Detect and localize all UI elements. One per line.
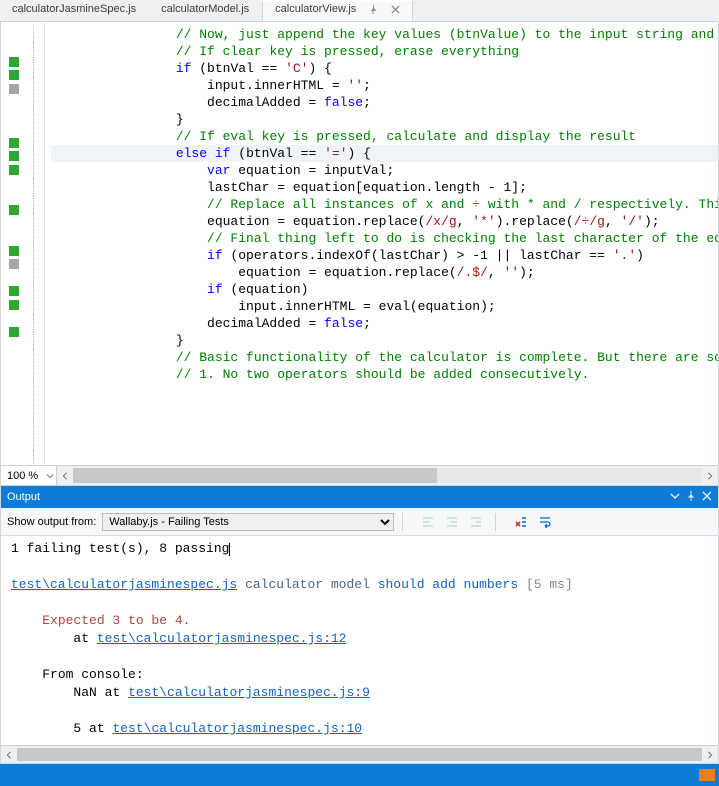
coverage-marker	[9, 192, 19, 202]
code-line[interactable]: }	[51, 332, 718, 349]
feedback-icon[interactable]	[699, 769, 715, 781]
tab-calculator-view[interactable]: calculatorView.js	[262, 0, 413, 21]
coverage-marker	[9, 124, 19, 134]
stack-link-3[interactable]: test\calculatorjasminespec.js:10	[112, 721, 362, 736]
code-line[interactable]: }	[51, 111, 718, 128]
output-title-label: Output	[7, 491, 40, 503]
code-line[interactable]: input.innerHTML = '';	[51, 77, 718, 94]
code-line[interactable]: equation = equation.replace(/x/g, '*').r…	[51, 213, 718, 230]
code-line[interactable]: // If eval key is pressed, calculate and…	[51, 128, 718, 145]
coverage-gutter	[1, 22, 27, 465]
test-file-link[interactable]: test\calculatorjasminespec.js	[11, 577, 237, 592]
code-line[interactable]: equation = equation.replace(/.$/, '');	[51, 264, 718, 281]
coverage-marker	[9, 151, 19, 161]
close-icon[interactable]	[391, 3, 400, 15]
scroll-left-icon[interactable]	[1, 746, 17, 763]
tab-label: calculatorModel.js	[161, 3, 249, 15]
coverage-marker	[9, 246, 19, 256]
status-bar	[0, 764, 719, 786]
indent-right-button[interactable]	[465, 511, 487, 533]
coverage-marker	[9, 286, 19, 296]
scroll-right-icon[interactable]	[702, 746, 718, 763]
code-line[interactable]: // Basic functionality of the calculator…	[51, 349, 718, 366]
code-area[interactable]: // Now, just append the key values (btnV…	[45, 22, 718, 465]
code-line[interactable]: // Replace all instances of x and ÷ with…	[51, 196, 718, 213]
pin-icon[interactable]	[369, 3, 381, 15]
close-icon[interactable]	[696, 491, 712, 504]
coverage-marker	[9, 273, 19, 283]
output-titlebar[interactable]: Output	[1, 486, 718, 508]
code-line[interactable]: else if (btnVal == '=') {	[51, 145, 718, 162]
coverage-marker	[9, 367, 19, 377]
code-line[interactable]: // If clear key is pressed, erase everyt…	[51, 43, 718, 60]
code-line[interactable]: decimalAdded = false;	[51, 94, 718, 111]
code-line[interactable]: // Final thing left to do is checking th…	[51, 230, 718, 247]
hscroll-thumb[interactable]	[17, 748, 702, 761]
code-line[interactable]: input.innerHTML = eval(equation);	[51, 298, 718, 315]
coverage-marker	[9, 205, 19, 215]
coverage-marker	[9, 178, 19, 188]
coverage-marker	[9, 354, 19, 364]
tab-label: calculatorView.js	[275, 3, 356, 15]
code-line[interactable]: decimalAdded = false;	[51, 315, 718, 332]
code-line[interactable]: lastChar = equation[equation.length - 1]…	[51, 179, 718, 196]
text-cursor	[229, 543, 230, 556]
coverage-marker	[9, 138, 19, 148]
coverage-marker	[9, 57, 19, 67]
coverage-marker	[9, 30, 19, 40]
coverage-marker	[9, 97, 19, 107]
code-editor[interactable]: // Now, just append the key values (btnV…	[0, 22, 719, 486]
coverage-marker	[9, 70, 19, 80]
code-line[interactable]: if (btnVal == 'C') {	[51, 60, 718, 77]
editor-tabstrip: calculatorJasmineSpec.js calculatorModel…	[0, 0, 719, 22]
zoom-value: 100 %	[7, 470, 38, 482]
code-line[interactable]: // 1. No two operators should be added c…	[51, 366, 718, 383]
pin-icon[interactable]	[680, 491, 696, 504]
failing-test-header: test\calculatorjasminespec.js calculator…	[11, 576, 708, 594]
dropdown-icon[interactable]	[664, 491, 680, 504]
coverage-marker	[9, 219, 19, 229]
coverage-marker	[9, 84, 19, 94]
code-line[interactable]: var equation = inputVal;	[51, 162, 718, 179]
output-body[interactable]: 1 failing test(s), 8 passing test\calcul…	[1, 536, 718, 745]
scroll-right-icon[interactable]	[702, 466, 718, 485]
coverage-marker	[9, 340, 19, 350]
coverage-marker	[9, 232, 19, 242]
expectation-failure: Expected 3 to be 4.	[11, 612, 708, 630]
tab-label: calculatorJasmineSpec.js	[12, 3, 136, 15]
tab-calculator-model[interactable]: calculatorModel.js	[149, 0, 262, 21]
stack-link-2[interactable]: test\calculatorjasminespec.js:9	[128, 685, 370, 700]
editor-bottom-bar: 100 %	[1, 465, 718, 485]
zoom-dropdown[interactable]: 100 %	[1, 466, 57, 485]
chevron-down-icon	[46, 472, 54, 480]
clear-output-button[interactable]	[510, 511, 532, 533]
toggle-wrap-button[interactable]	[534, 511, 556, 533]
show-output-label: Show output from:	[7, 516, 96, 528]
editor-hscrollbar[interactable]	[57, 466, 718, 485]
coverage-marker	[9, 381, 19, 391]
coverage-marker	[9, 327, 19, 337]
from-console-label: From console:	[11, 666, 708, 684]
scroll-left-icon[interactable]	[57, 466, 73, 485]
indent-mid-button[interactable]	[441, 511, 463, 533]
coverage-marker	[9, 165, 19, 175]
output-panel: Output Show output from: Wallaby.js - Fa…	[0, 486, 719, 764]
output-hscrollbar[interactable]	[1, 745, 718, 763]
hscroll-thumb[interactable]	[73, 468, 437, 483]
coverage-marker	[9, 43, 19, 53]
stack-link-1[interactable]: test\calculatorjasminespec.js:12	[97, 631, 347, 646]
outline-gutter	[27, 22, 45, 465]
indent-left-button[interactable]	[417, 511, 439, 533]
output-source-select[interactable]: Wallaby.js - Failing Tests	[102, 513, 394, 531]
coverage-marker	[9, 313, 19, 323]
output-toolbar: Show output from: Wallaby.js - Failing T…	[1, 508, 718, 536]
code-line[interactable]: if (equation)	[51, 281, 718, 298]
code-line[interactable]: if (operators.indexOf(lastChar) > -1 || …	[51, 247, 718, 264]
coverage-marker	[9, 259, 19, 269]
output-summary: 1 failing test(s), 8 passing	[11, 541, 229, 556]
coverage-marker	[9, 111, 19, 121]
code-line[interactable]: // Now, just append the key values (btnV…	[51, 26, 718, 43]
tab-calculator-jasmine-spec[interactable]: calculatorJasmineSpec.js	[0, 0, 149, 21]
coverage-marker	[9, 300, 19, 310]
